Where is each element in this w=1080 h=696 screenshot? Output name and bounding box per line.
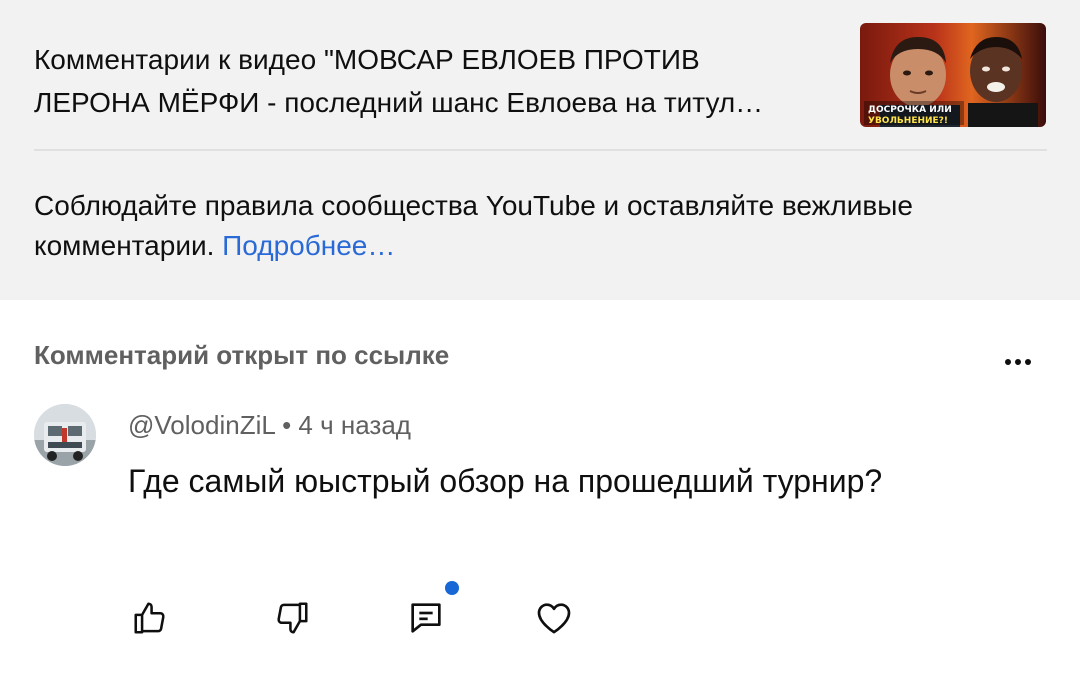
thumb-up-icon <box>134 602 165 634</box>
comment-icon <box>411 603 441 633</box>
video-title-line2: ЛЕРОНА МЁРФИ - последний шанс Евлоева на… <box>34 87 764 118</box>
heart-icon <box>537 603 571 634</box>
dislike-button[interactable] <box>270 596 314 640</box>
video-title-line1: Комментарии к видео "МОВСАР ЕВЛОЕВ ПРОТИ… <box>34 44 700 75</box>
more-options-button[interactable] <box>998 350 1038 374</box>
thumbnail-caption-line2: УВОЛЬНЕНИЕ?! <box>868 116 948 126</box>
header-divider <box>34 149 1047 151</box>
thumbnail-art: ДОСРОЧКА ИЛИ УВОЛЬНЕНИЕ?! <box>864 37 1038 127</box>
linked-comment-label: Комментарий открыт по ссылке <box>34 340 450 370</box>
thumb-down-icon <box>277 602 308 634</box>
meta-separator: • <box>274 410 299 440</box>
like-button[interactable] <box>128 596 172 640</box>
comment-meta: @VolodinZiL • 4 ч назад <box>128 410 411 441</box>
avatar[interactable] <box>34 404 96 466</box>
comments-header: Комментарии к видео "МОВСАР ЕВЛОЕВ ПРОТИ… <box>0 0 1080 300</box>
reply-button[interactable] <box>404 596 448 640</box>
guidelines-text: Соблюдайте правила сообщества YouTube и … <box>34 190 913 261</box>
more-dots-icon <box>1005 359 1011 365</box>
avatar-truck-image <box>34 404 96 466</box>
community-guidelines: Соблюдайте правила сообщества YouTube и … <box>34 186 1054 266</box>
video-title[interactable]: Комментарии к видео "МОВСАР ЕВЛОЕВ ПРОТИ… <box>34 38 834 124</box>
comment-text: Где самый юыстрый обзор на прошедший тур… <box>128 463 883 499</box>
thumbnail-caption-line1: ДОСРОЧКА ИЛИ <box>868 105 952 115</box>
reply-notification-dot <box>445 581 459 595</box>
video-thumbnail[interactable]: ДОСРОЧКА ИЛИ УВОЛЬНЕНИЕ?! <box>860 23 1046 127</box>
heart-button[interactable] <box>532 596 576 640</box>
comment-author[interactable]: @VolodinZiL <box>128 410 275 440</box>
learn-more-link[interactable]: Подробнее… <box>222 230 395 261</box>
comment-time[interactable]: 4 ч назад <box>298 410 411 440</box>
